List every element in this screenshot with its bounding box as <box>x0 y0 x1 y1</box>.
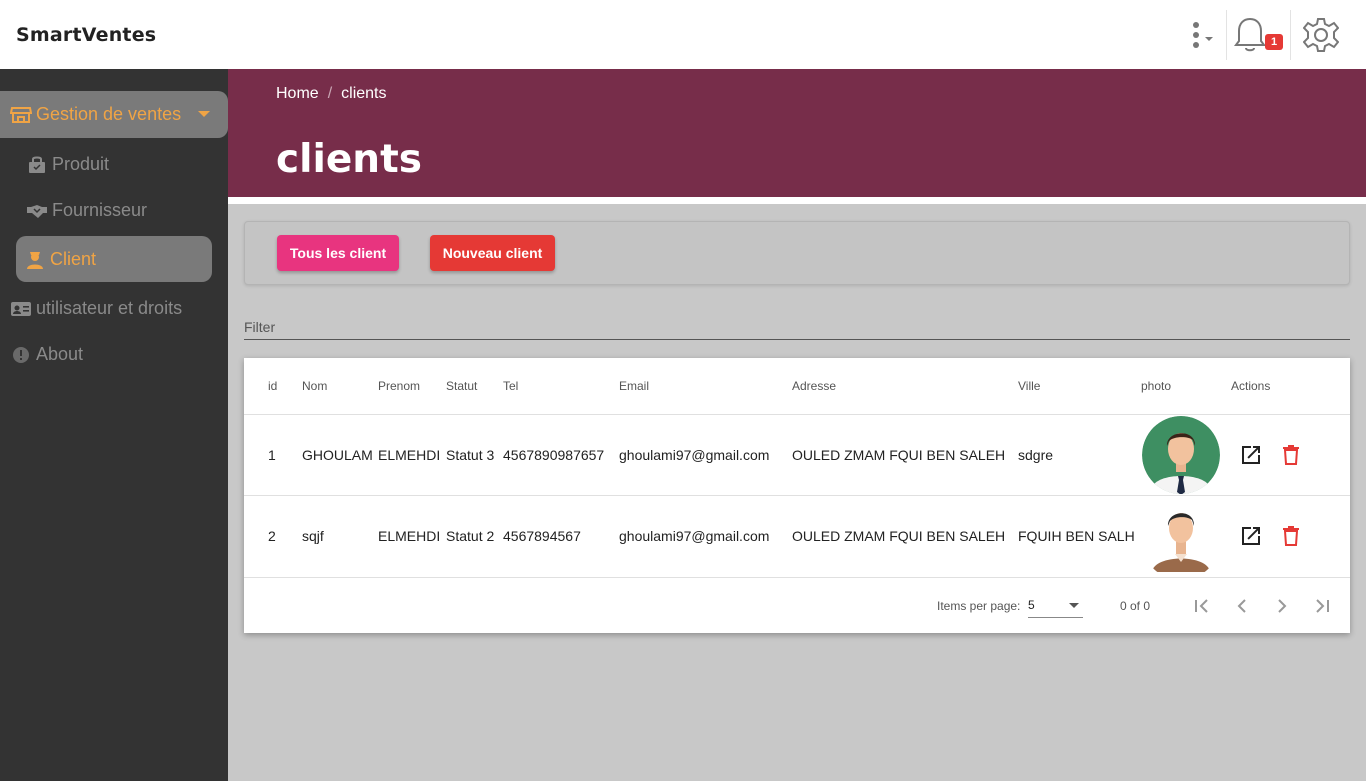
paginator: Items per page: 5 0 of 0 <box>244 577 1350 633</box>
store-icon <box>10 105 32 125</box>
sidebar-item-produit[interactable]: Produit <box>26 154 109 175</box>
breadcrumb-home-link[interactable]: Home <box>276 85 319 103</box>
toolbar-divider <box>1226 10 1227 60</box>
sidebar: Gestion de ventes Produit Fournisseur Cl… <box>0 69 228 781</box>
column-header-email[interactable]: Email <box>619 379 649 393</box>
cell-tel: 4567890987657 <box>503 447 605 463</box>
chevron-down-icon <box>1069 603 1079 608</box>
app-brand: SmartVentes <box>16 24 157 46</box>
cell-statut: Statut 2 <box>446 528 495 544</box>
cell-adresse: OULED ZMAM FQUI BEN SALEH <box>792 528 1006 544</box>
next-page-icon[interactable] <box>1268 592 1296 620</box>
column-header-photo: photo <box>1141 379 1172 393</box>
column-header-prenom[interactable]: Prenom <box>378 379 420 393</box>
shopping-bag-icon <box>26 155 48 175</box>
column-header-adresse[interactable]: Adresse <box>792 379 836 393</box>
cell-nom: GHOULAM <box>302 447 373 463</box>
id-card-icon <box>10 299 32 319</box>
breadcrumb: Home / clients <box>276 85 387 103</box>
actions-card: Tous les client Nouveau client <box>244 221 1350 285</box>
page-range-label: 0 of 0 <box>1120 599 1151 613</box>
column-header-id[interactable]: id <box>268 379 277 393</box>
sidebar-item-label: Produit <box>52 154 110 174</box>
sidebar-item-label: Client <box>50 248 97 269</box>
cell-statut: Statut 3 <box>446 447 495 463</box>
breadcrumb-separator: / <box>327 85 333 102</box>
open-external-icon[interactable] <box>1239 524 1263 548</box>
open-external-icon[interactable] <box>1239 443 1263 467</box>
new-client-button[interactable]: Nouveau client <box>430 235 555 271</box>
column-header-ville[interactable]: Ville <box>1018 379 1040 393</box>
sidebar-item-label: Fournisseur <box>52 200 148 220</box>
cell-adresse: OULED ZMAM FQUI BEN SALEH <box>792 447 1006 463</box>
column-header-nom[interactable]: Nom <box>302 379 327 393</box>
bell-icon[interactable] <box>1232 12 1268 58</box>
cell-tel: 4567894567 <box>503 528 581 544</box>
cell-ville: FQUIH BEN SALH <box>1018 528 1135 544</box>
page-header: Home / clients clients <box>228 69 1366 197</box>
sidebar-item-label: Gestion de ventes <box>36 104 182 124</box>
sidebar-item-utilisateur-et-droits[interactable]: utilisateur et droits <box>10 298 182 319</box>
column-header-tel[interactable]: Tel <box>503 379 518 393</box>
sidebar-item-fournisseur[interactable]: Fournisseur <box>26 200 147 221</box>
user-tie-icon <box>24 249 46 269</box>
delete-icon[interactable] <box>1279 524 1303 548</box>
cell-id: 1 <box>268 447 276 463</box>
cell-prenom: ELMEHDI <box>378 447 441 463</box>
first-page-icon[interactable] <box>1188 592 1216 620</box>
chevron-down-icon <box>198 111 210 117</box>
page-size-select[interactable]: 5 <box>1028 596 1083 618</box>
gear-icon[interactable] <box>1300 12 1342 58</box>
info-icon <box>10 345 32 365</box>
cell-ville: sdgre <box>1018 447 1054 463</box>
sidebar-item-client[interactable]: Client <box>16 236 212 282</box>
filter-input[interactable]: Filter <box>244 316 1350 340</box>
table-row[interactable]: 1 GHOULAM ELMEHDI Statut 3 4567890987657… <box>244 414 1350 495</box>
items-per-page-label: Items per page: <box>937 599 1021 613</box>
cell-id: 2 <box>268 528 276 544</box>
avatar <box>1142 416 1220 494</box>
avatar <box>1142 502 1220 580</box>
delete-icon[interactable] <box>1279 443 1303 467</box>
clients-table: id Nom Prenom Statut Tel Email Adresse V… <box>244 358 1350 633</box>
table-row[interactable]: 2 sqjf ELMEHDI Statut 2 4567894567 ghoul… <box>244 495 1350 576</box>
header-divider <box>228 197 1366 204</box>
sidebar-item-about[interactable]: About <box>10 344 83 365</box>
cell-email: ghoulami97@gmail.com <box>619 528 770 544</box>
column-header-actions: Actions <box>1231 379 1271 393</box>
cell-nom: sqjf <box>302 528 324 544</box>
toolbar-divider <box>1290 10 1291 60</box>
filter-placeholder: Filter <box>244 319 276 335</box>
breadcrumb-current: clients <box>341 85 387 102</box>
top-bar: SmartVentes 1 <box>0 0 1366 69</box>
previous-page-icon[interactable] <box>1228 592 1256 620</box>
more-menu-icon[interactable] <box>1184 12 1218 58</box>
column-header-statut[interactable]: Statut <box>446 379 477 393</box>
notification-badge: 1 <box>1265 34 1283 50</box>
handshake-icon <box>26 201 48 221</box>
sidebar-item-gestion-de-ventes[interactable]: Gestion de ventes <box>0 91 228 138</box>
page-title: clients <box>276 137 422 182</box>
last-page-icon[interactable] <box>1308 592 1336 620</box>
cell-prenom: ELMEHDI <box>378 528 441 544</box>
all-clients-button[interactable]: Tous les client <box>277 235 399 271</box>
cell-email: ghoulami97@gmail.com <box>619 447 770 463</box>
sidebar-item-label: About <box>36 344 84 364</box>
page-size-value: 5 <box>1028 598 1035 612</box>
sidebar-item-label: utilisateur et droits <box>36 298 183 318</box>
